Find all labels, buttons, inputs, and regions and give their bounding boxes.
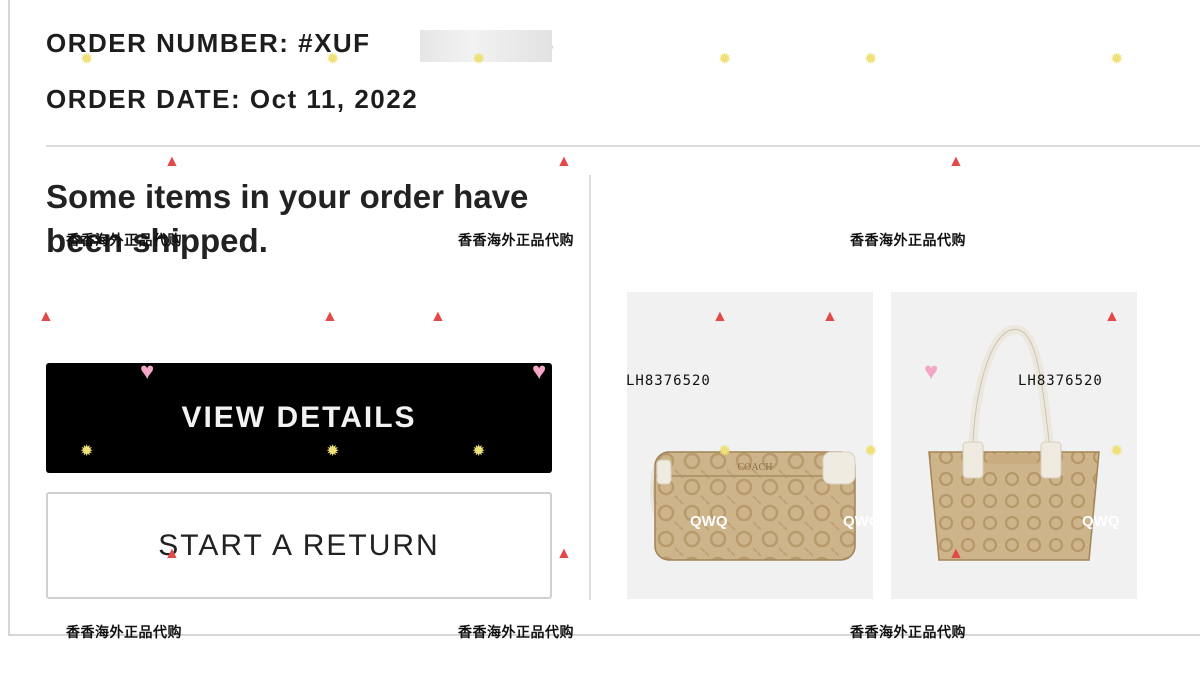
- sun-icon: ✹: [864, 51, 878, 68]
- watermelon-icon: ▲: [822, 308, 838, 325]
- watermark: 香香海外正品代购: [850, 233, 966, 249]
- start-return-button[interactable]: START A RETURN: [46, 492, 552, 599]
- divider: [589, 175, 591, 600]
- product-image-tote[interactable]: [891, 292, 1137, 599]
- watermelon-icon: ▲: [164, 545, 180, 562]
- watermelon-icon: ▲: [556, 545, 572, 562]
- heart-icon: ♥: [924, 358, 939, 385]
- redaction-blur: [420, 30, 552, 62]
- tote-image: [928, 324, 1100, 561]
- watermark: 香香海外正品代购: [458, 233, 574, 249]
- sun-icon: ✹: [472, 51, 486, 68]
- watermark: 香香海外正品代购: [458, 625, 574, 641]
- wristlet-image: COACH: [650, 451, 856, 561]
- watermelon-icon: ▲: [430, 308, 446, 325]
- watermark: 香香海外正品代购: [66, 233, 182, 249]
- watermelon-icon: ▲: [948, 545, 964, 562]
- sun-icon: ✹: [864, 443, 878, 460]
- watermelon-icon: ▲: [712, 308, 728, 325]
- sun-icon: ✹: [1110, 51, 1124, 68]
- sun-icon: ✹: [1110, 443, 1124, 460]
- order-date: ORDER DATE: Oct 11, 2022: [46, 84, 419, 114]
- sun-icon: ✹: [326, 51, 340, 68]
- heart-icon: ♥: [532, 358, 547, 385]
- sun-icon: ✹: [80, 443, 94, 460]
- watermark: 香香海外正品代购: [66, 625, 182, 641]
- sun-icon: ✹: [718, 51, 732, 68]
- watermark-code: LH8376520: [1018, 373, 1103, 389]
- sun-icon: ✹: [326, 443, 340, 460]
- watermelon-icon: ▲: [948, 153, 964, 170]
- watermark: 香香海外正品代购: [850, 625, 966, 641]
- watermark-qwq: QWQ: [1082, 513, 1120, 530]
- watermark-qwq: QWQ: [690, 513, 728, 530]
- watermelon-icon: ▲: [322, 308, 338, 325]
- sun-icon: ✹: [718, 443, 732, 460]
- watermelon-icon: ▲: [38, 308, 54, 325]
- watermelon-icon: ▲: [1104, 308, 1120, 325]
- divider: [46, 145, 1200, 147]
- watermark-qwq: QWQ: [843, 513, 881, 530]
- heart-icon: ♥: [140, 358, 155, 385]
- product-image-wristlet[interactable]: COACH: [627, 292, 873, 599]
- watermark-code: LH8376520: [626, 373, 711, 389]
- watermelon-icon: ▲: [164, 153, 180, 170]
- svg-text:COACH: COACH: [737, 462, 772, 473]
- sun-icon: ✹: [472, 443, 486, 460]
- sun-icon: ✹: [80, 51, 94, 68]
- watermelon-icon: ▲: [556, 153, 572, 170]
